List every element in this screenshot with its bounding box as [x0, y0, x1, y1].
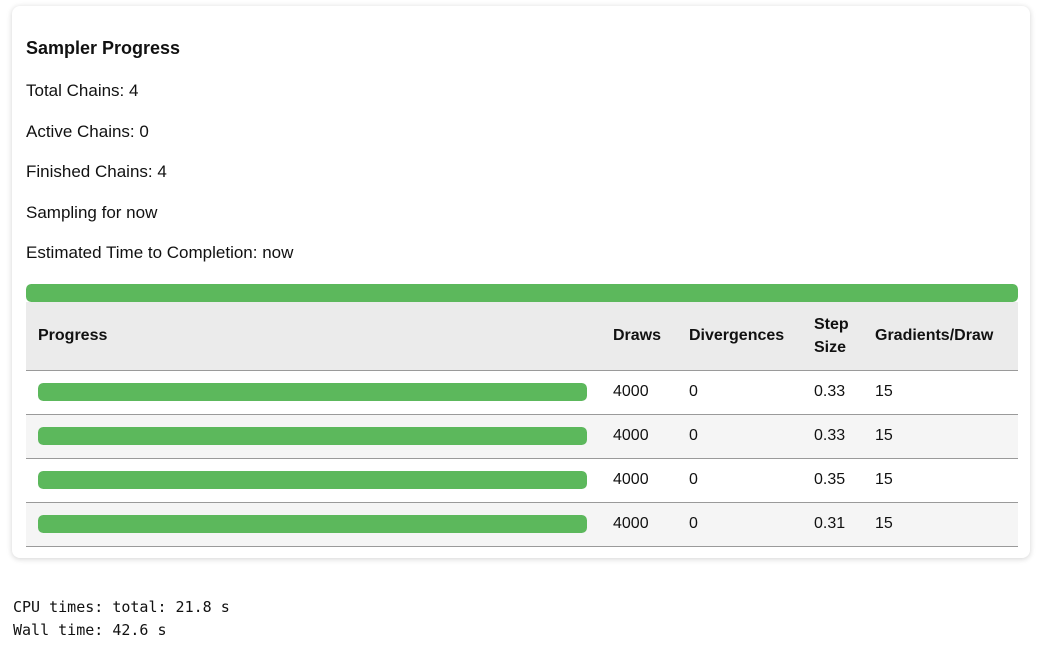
wall-time-text: Wall time: 42.6 s — [13, 621, 167, 639]
chain-progress-fill — [38, 515, 587, 533]
cell-output-text: CPU times: total: 21.8 s Wall time: 42.6… — [13, 596, 230, 642]
chain-progress-fill — [38, 427, 587, 445]
divergences-cell: 0 — [677, 458, 802, 503]
header-step-size: Step Size — [802, 302, 863, 371]
chain-progress-bar — [38, 471, 587, 489]
chain-progress-cell — [26, 502, 601, 547]
divergences-cell: 0 — [677, 370, 802, 415]
step-size-cell: 0.33 — [802, 414, 863, 459]
step-size-cell: 0.33 — [802, 370, 863, 415]
table-row: 4000 0 0.31 15 — [26, 502, 1018, 547]
draws-cell: 4000 — [601, 502, 677, 547]
sampling-duration-text: Sampling for now — [26, 203, 158, 222]
table-header-row: Progress Draws Divergences Step Size Gra… — [26, 302, 1018, 371]
chain-progress-fill — [38, 471, 587, 489]
gradients-cell: 15 — [863, 502, 1018, 547]
gradients-cell: 15 — [863, 458, 1018, 503]
header-divergences: Divergences — [677, 302, 802, 371]
gradients-cell: 15 — [863, 370, 1018, 415]
gradients-cell: 15 — [863, 414, 1018, 459]
table-row: 4000 0 0.35 15 — [26, 458, 1018, 503]
draws-cell: 4000 — [601, 414, 677, 459]
eta-text: Estimated Time to Completion: now — [26, 243, 294, 262]
chain-progress-fill — [38, 383, 587, 401]
table-row: 4000 0 0.33 15 — [26, 370, 1018, 415]
draws-cell: 4000 — [601, 458, 677, 503]
step-size-cell: 0.35 — [802, 458, 863, 503]
divergences-cell: 0 — [677, 414, 802, 459]
total-chains-text: Total Chains: 4 — [26, 81, 139, 100]
finished-chains-text: Finished Chains: 4 — [26, 162, 167, 181]
table-row: 4000 0 0.33 15 — [26, 414, 1018, 459]
chain-progress-bar — [38, 515, 587, 533]
chain-progress-cell — [26, 458, 601, 503]
sampler-progress-title: Sampler Progress — [26, 38, 181, 58]
header-gradients-per-draw: Gradients/Draw — [863, 302, 1018, 371]
header-progress: Progress — [26, 302, 601, 371]
sampler-progress-card: Sampler Progress Total Chains: 4 Active … — [12, 6, 1030, 558]
step-size-cell: 0.31 — [802, 502, 863, 547]
overall-progress-bar — [26, 284, 1018, 302]
draws-cell: 4000 — [601, 370, 677, 415]
chain-progress-bar — [38, 427, 587, 445]
chains-table: Progress Draws Divergences Step Size Gra… — [26, 302, 1018, 547]
header-draws: Draws — [601, 302, 677, 371]
chain-progress-bar — [38, 383, 587, 401]
active-chains-text: Active Chains: 0 — [26, 122, 149, 141]
chain-progress-cell — [26, 370, 601, 415]
overall-progress-fill — [26, 284, 1018, 302]
cpu-times-text: CPU times: total: 21.8 s — [13, 598, 230, 616]
chain-progress-cell — [26, 414, 601, 459]
divergences-cell: 0 — [677, 502, 802, 547]
